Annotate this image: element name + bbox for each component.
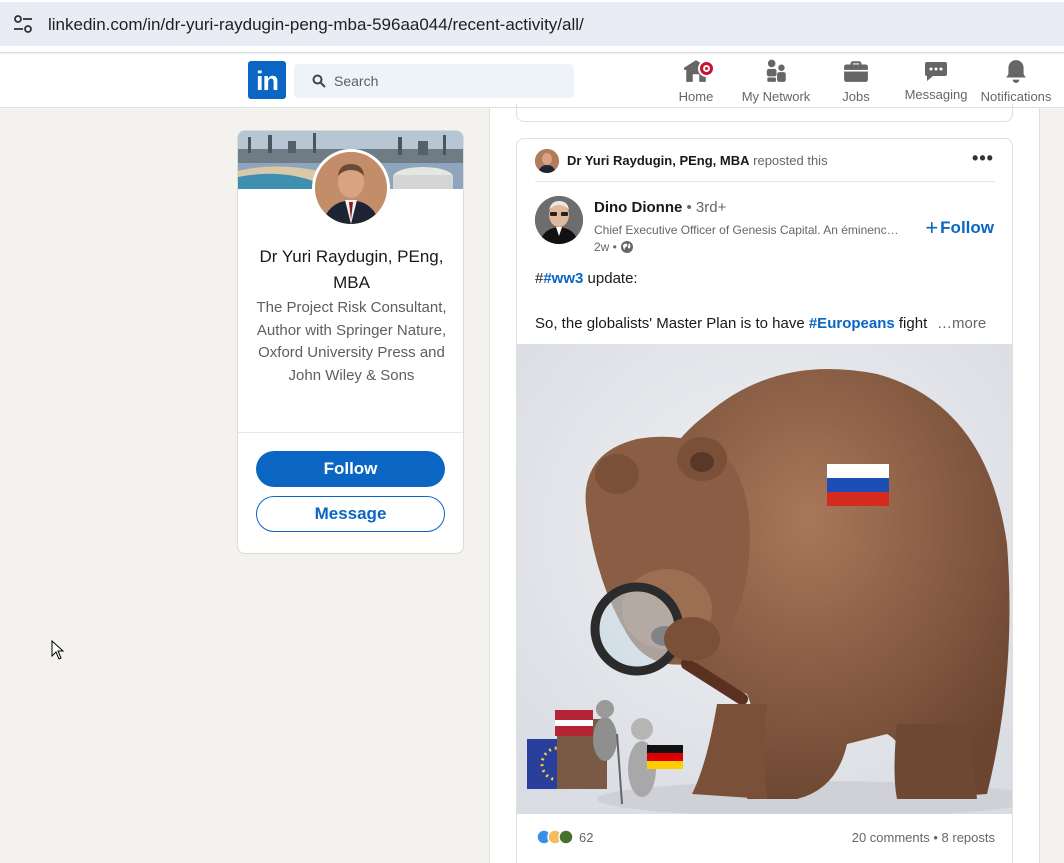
nav-my-network[interactable]: My Network (736, 58, 816, 104)
post-options-icon[interactable]: ••• (971, 149, 995, 171)
nav-messaging[interactable]: Messaging (900, 58, 972, 104)
nav-jobs[interactable]: Jobs (830, 58, 882, 104)
reactions-icon[interactable] (535, 828, 579, 846)
card-divider (238, 432, 463, 433)
url-text[interactable]: linkedin.com/in/dr-yuri-raydugin-peng-mb… (48, 15, 584, 35)
post-header-divider (535, 181, 995, 182)
nav-home[interactable]: Home (672, 58, 720, 104)
line2-suffix: fight (894, 315, 928, 332)
feed-post: Dr Yuri Raydugin, PEng, MBA reposted thi… (516, 138, 1013, 863)
linkedin-logo[interactable]: in (248, 61, 286, 99)
repost-suffix: reposted this (753, 153, 828, 168)
see-more-link[interactable]: …more (937, 315, 986, 332)
mouse-cursor-icon (51, 640, 65, 660)
post-image[interactable] (517, 344, 1013, 814)
reposter-avatar[interactable] (535, 149, 559, 173)
author-follow-button[interactable]: + Follow (925, 215, 994, 241)
post-time: 2w • (594, 240, 634, 254)
repost-text: Dr Yuri Raydugin, PEng, MBA reposted thi… (567, 153, 828, 168)
profile-headline: The Project Risk Consultant, Author with… (256, 299, 447, 384)
repost-header: Dr Yuri Raydugin, PEng, MBA reposted thi… (535, 149, 995, 173)
previous-post-edge (516, 104, 1013, 122)
post-time-text: 2w • (594, 240, 617, 254)
nav-notifications-label: Notifications (980, 89, 1052, 104)
activity-feed: Dr Yuri Raydugin, PEng, MBA reposted thi… (489, 104, 1040, 863)
browser-address-bar: linkedin.com/in/dr-yuri-raydugin-peng-mb… (0, 0, 1064, 53)
profile-name[interactable]: Dr Yuri Raydugin, PEng, MBA (250, 244, 453, 296)
reaction-count[interactable]: 62 (579, 830, 593, 845)
nav-jobs-label: Jobs (842, 89, 870, 104)
globe-icon (620, 241, 633, 253)
search-icon (312, 74, 326, 88)
reposter-photo (535, 149, 559, 173)
profile-photo (315, 152, 387, 224)
site-settings-icon[interactable] (12, 14, 34, 34)
social-counts: 62 20 comments • 8 reposts (535, 828, 995, 850)
author-name[interactable]: Dino Dionne (594, 199, 682, 216)
author-title: Chief Executive Officer of Genesis Capit… (594, 223, 904, 237)
connection-degree: • 3rd+ (686, 199, 727, 216)
notification-badge (698, 60, 715, 77)
comments-reposts-count[interactable]: 20 comments • 8 reposts (852, 830, 995, 845)
author-name-line: Dino Dionne • 3rd+ (594, 199, 726, 216)
profile-follow-button[interactable]: Follow (256, 451, 445, 487)
nav-notifications[interactable]: Notifications (976, 58, 1056, 104)
linkedin-top-nav: in Home My Network Jobs (0, 54, 1064, 108)
post-text-line-1: ##ww3 update: (535, 270, 638, 287)
post-text-line-2: So, the globalists' Master Plan is to ha… (535, 315, 930, 332)
bell-icon (1006, 60, 1026, 83)
address-field[interactable]: linkedin.com/in/dr-yuri-raydugin-peng-mb… (0, 2, 1064, 46)
briefcase-icon (844, 61, 868, 82)
profile-avatar[interactable] (312, 149, 390, 227)
reposter-name[interactable]: Dr Yuri Raydugin, PEng, MBA (567, 153, 750, 168)
author-follow-label: Follow (940, 218, 994, 237)
nav-home-label: Home (678, 89, 714, 104)
profile-message-button[interactable]: Message (256, 496, 445, 532)
hashtag-europeans[interactable]: #Europeans (809, 315, 895, 332)
line1-suffix: update: (583, 270, 638, 287)
search-box[interactable] (294, 64, 574, 98)
nav-messaging-label: Messaging (904, 87, 968, 102)
search-input[interactable] (334, 70, 554, 92)
line2-prefix: So, the globalists' Master Plan is to ha… (535, 315, 809, 332)
plus-icon: + (925, 215, 939, 240)
hashtag-ww3[interactable]: #ww3 (543, 270, 583, 287)
author-avatar[interactable] (535, 196, 583, 244)
author-photo (535, 196, 583, 244)
messaging-icon (925, 62, 947, 81)
nav-my-network-label: My Network (741, 89, 811, 104)
profile-card: Dr Yuri Raydugin, PEng, MBA The Project … (237, 130, 464, 554)
my-network-icon (766, 59, 786, 82)
